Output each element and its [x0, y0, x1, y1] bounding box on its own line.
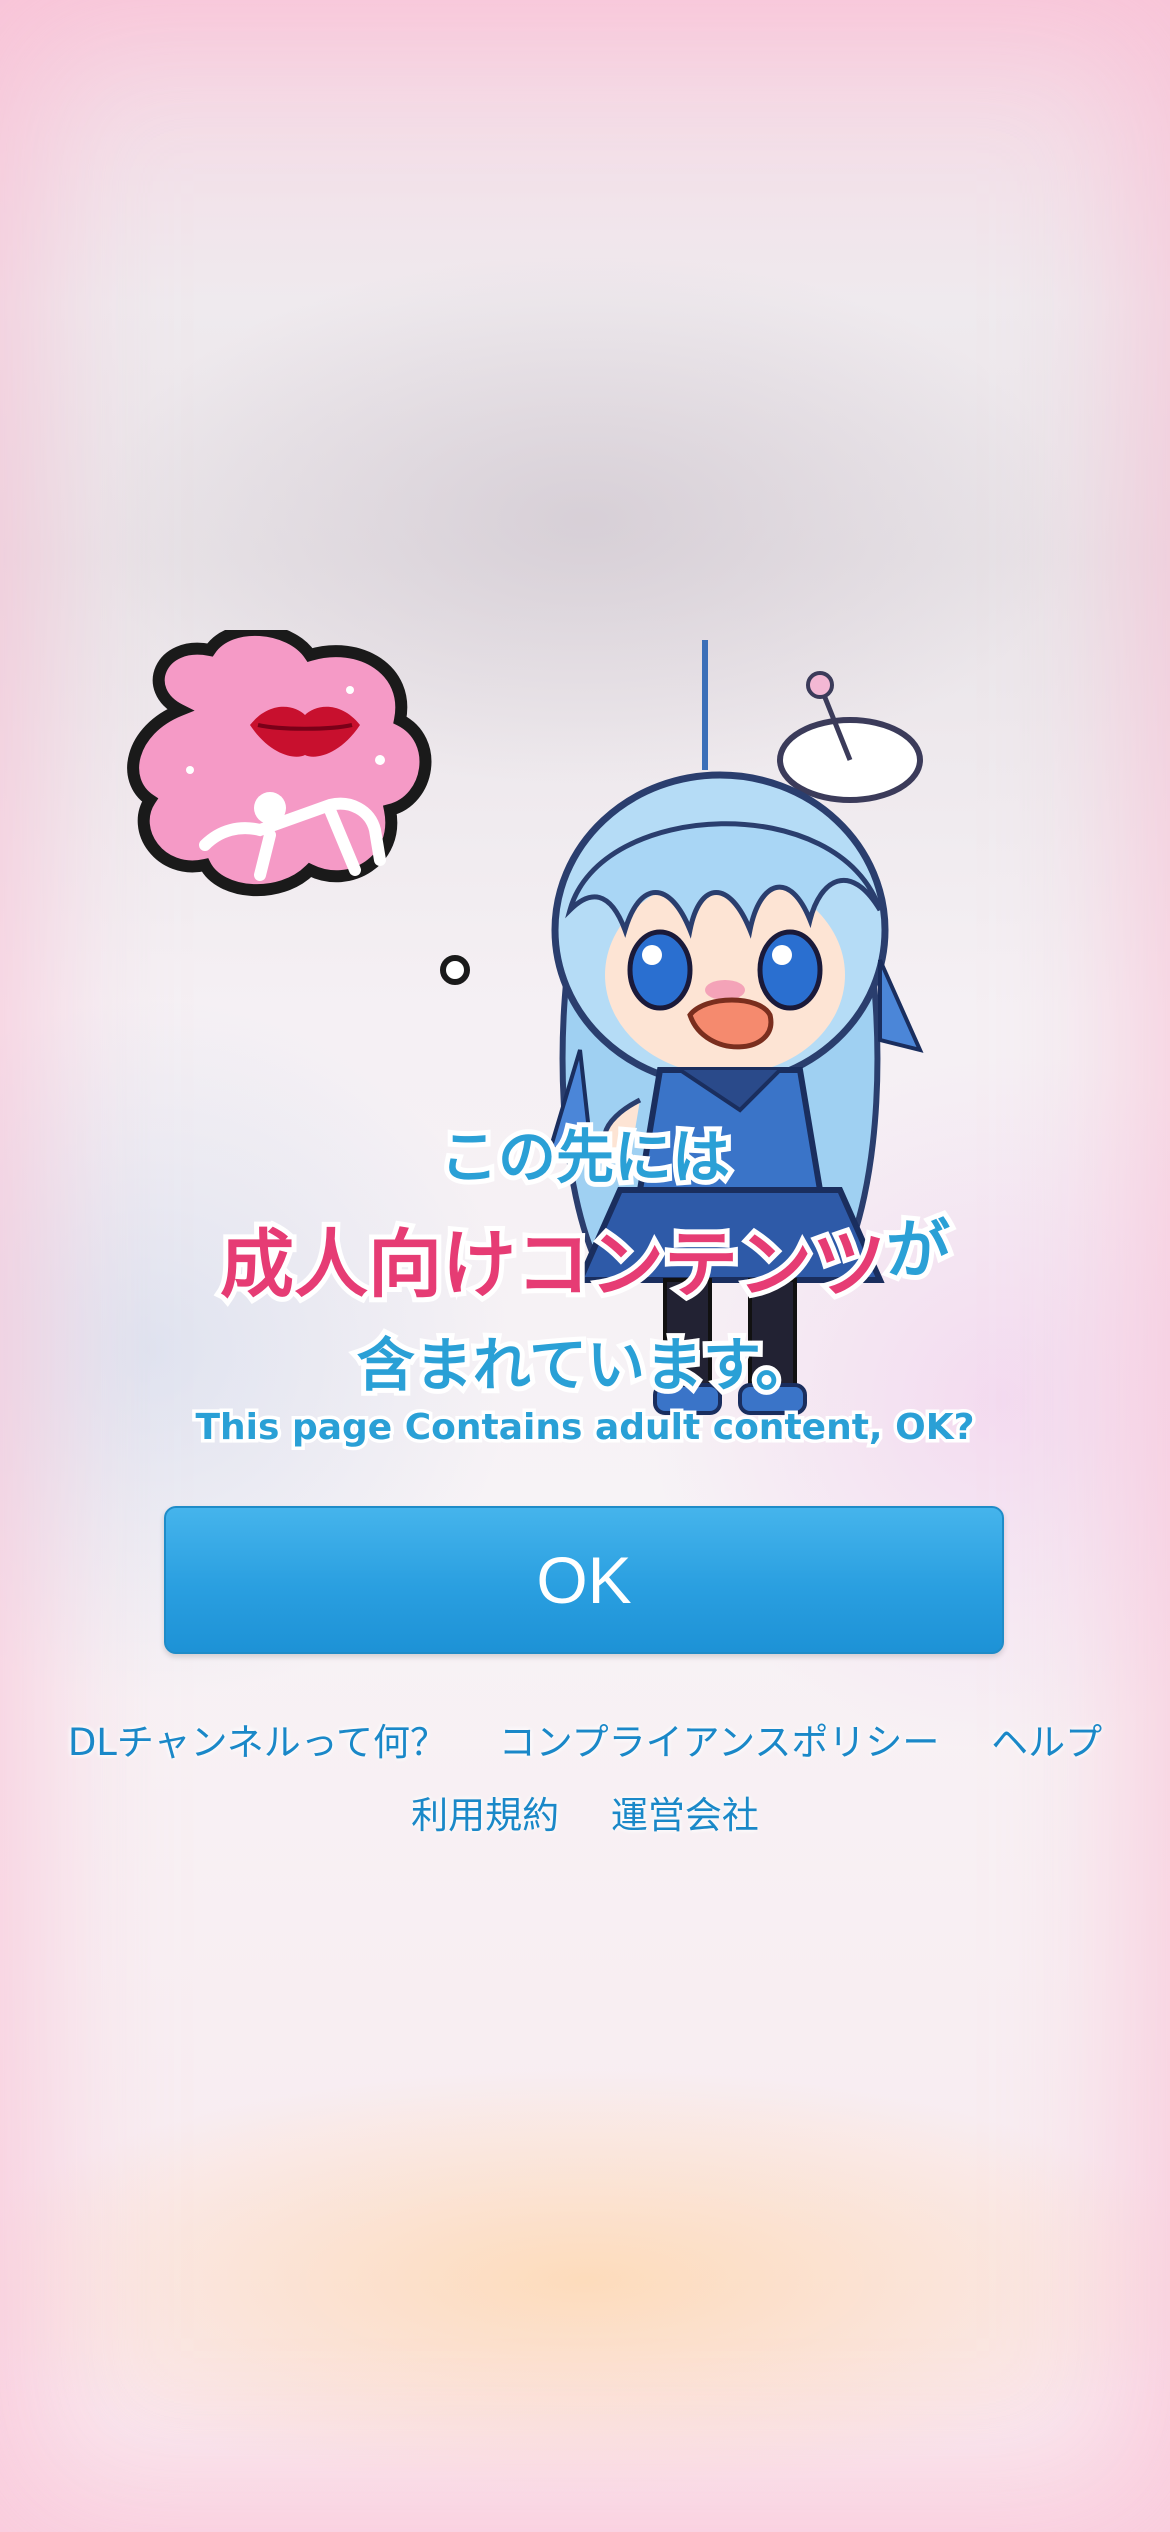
warning-particle: が: [881, 1209, 955, 1293]
footer-links-row-2: 利用規約 運営会社: [0, 1785, 1170, 1839]
warning-adult-content-text: 成人向けコンテンツ: [215, 1217, 891, 1313]
link-compliance-policy[interactable]: コンプライアンスポリシー: [499, 1721, 940, 1764]
link-help[interactable]: ヘルプ: [991, 1721, 1102, 1764]
warning-english-text: This page Contains adult content, OK?: [192, 1404, 978, 1452]
warning-line-2: 成人向けコンテンツが: [0, 1205, 1170, 1313]
pink-thought-bubble-icon: [127, 630, 470, 985]
link-company[interactable]: 運営会社: [611, 1794, 759, 1837]
warning-line-3: 含まれています。: [352, 1326, 818, 1404]
warning-line-1: この先には: [435, 1118, 735, 1196]
footer-links-row-1: DLチャンネルって何？ コンプライアンスポリシー ヘルプ: [0, 1712, 1170, 1766]
link-terms-of-use[interactable]: 利用規約: [411, 1794, 559, 1837]
link-about-dl-channel[interactable]: DLチャンネルって何？: [68, 1721, 447, 1764]
ok-button[interactable]: OK: [164, 1506, 1004, 1654]
